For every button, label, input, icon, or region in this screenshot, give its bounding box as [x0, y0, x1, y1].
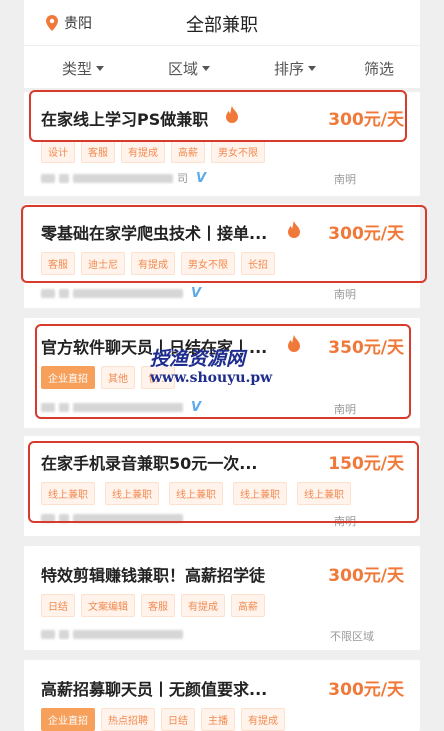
tag: 线上兼职 [105, 482, 159, 505]
tag: 热点招聘 [101, 708, 155, 731]
top-bar: 贵阳 全部兼职 [24, 0, 420, 46]
tag-list: 客服 迪士尼 有提成 男女不限 长招 [41, 252, 275, 275]
tag: 高薪 [171, 140, 205, 163]
tag-list: 设计 客服 有提成 高薪 男女不限 [41, 140, 265, 163]
filter-region[interactable]: 区域 [168, 58, 211, 79]
page-title: 全部兼职 [186, 15, 258, 36]
tag: 设计 [41, 140, 75, 163]
company-name: V [41, 286, 201, 301]
verified-icon: V [191, 400, 202, 415]
job-card[interactable]: 零基础在家学爬虫技术丨接单... 300元/天 客服 迪士尼 有提成 男女不限 … [24, 204, 420, 308]
job-title: 在家线上学习PS做兼职 [41, 110, 209, 129]
job-location: 南明 [334, 403, 356, 416]
tag-enterprise: 企业直招 [41, 708, 95, 731]
job-location: 南明 [334, 515, 356, 528]
job-price: 300元/天 [328, 566, 404, 586]
chevron-down-icon [308, 66, 317, 71]
company-name [41, 514, 183, 523]
chevron-down-icon [96, 66, 105, 71]
job-card[interactable]: 在家手机录音兼职50元一次... 150元/天 线上兼职 线上兼职 线上兼职 线… [24, 436, 420, 536]
tag: 日结 [41, 594, 75, 617]
tag: 有提成 [241, 708, 285, 731]
verified-icon: V [191, 286, 202, 301]
hot-flame-icon [226, 106, 238, 123]
chevron-down-icon [202, 66, 211, 71]
tag: 有提成 [181, 594, 225, 617]
job-location: 南明 [334, 173, 356, 186]
job-title: 零基础在家学爬虫技术丨接单... [41, 224, 268, 243]
tag-list: 企业直招 热点招聘 日结 主播 有提成 [41, 708, 285, 731]
watermark-url: www.shouyu.pw [150, 370, 273, 386]
job-price: 350元/天 [328, 338, 404, 358]
company-name: V [41, 400, 201, 415]
job-price: 300元/天 [328, 224, 404, 244]
tag: 客服 [141, 594, 175, 617]
watermark-title: 授渔资源网 [150, 348, 246, 370]
hot-flame-icon [288, 335, 300, 352]
tag: 长招 [241, 252, 275, 275]
job-card[interactable]: 在家线上学习PS做兼职 300元/天 设计 客服 有提成 高薪 男女不限 司 V… [24, 92, 420, 196]
tag: 线上兼职 [297, 482, 351, 505]
tag: 迪士尼 [81, 252, 125, 275]
hot-flame-icon [288, 221, 300, 238]
job-title: 特效剪辑赚钱兼职！高薪招学徒 [41, 566, 266, 585]
job-price: 300元/天 [328, 110, 404, 130]
filter-screen[interactable]: 筛选 [364, 58, 394, 79]
tag: 男女不限 [181, 252, 235, 275]
tag: 其他 [101, 366, 135, 389]
job-location: 南明 [334, 288, 356, 301]
tag: 文案编辑 [81, 594, 135, 617]
tag: 客服 [41, 252, 75, 275]
company-name: 司 V [41, 170, 206, 186]
tag-list: 线上兼职 线上兼职 线上兼职 线上兼职 线上兼职 [41, 482, 351, 505]
job-price: 300元/天 [328, 680, 404, 700]
tag: 客服 [81, 140, 115, 163]
job-price: 150元/天 [328, 454, 404, 474]
job-card[interactable]: 特效剪辑赚钱兼职！高薪招学徒 300元/天 日结 文案编辑 客服 有提成 高薪 … [24, 546, 420, 650]
tag: 高薪 [231, 594, 265, 617]
tag: 线上兼职 [41, 482, 95, 505]
company-name [41, 630, 183, 639]
tag-list: 日结 文案编辑 客服 有提成 高薪 [41, 594, 265, 617]
job-location: 不限区域 [330, 630, 374, 643]
filter-sort[interactable]: 排序 [274, 58, 317, 79]
tag: 线上兼职 [169, 482, 223, 505]
tag: 线上兼职 [233, 482, 287, 505]
tag: 有提成 [121, 140, 165, 163]
job-title: 在家手机录音兼职50元一次... [41, 454, 258, 473]
job-card[interactable]: 高薪招募聊天员丨无颜值要求... 300元/天 企业直招 热点招聘 日结 主播 … [24, 660, 420, 731]
tag-enterprise: 企业直招 [41, 366, 95, 389]
filter-bar: 类型 区域 排序 筛选 [24, 46, 420, 88]
tag: 有提成 [131, 252, 175, 275]
tag: 主播 [201, 708, 235, 731]
tag: 男女不限 [211, 140, 265, 163]
filter-type[interactable]: 类型 [62, 58, 105, 79]
verified-icon: V [196, 170, 207, 186]
job-title: 高薪招募聊天员丨无颜值要求... [41, 680, 268, 699]
tag: 日结 [161, 708, 195, 731]
